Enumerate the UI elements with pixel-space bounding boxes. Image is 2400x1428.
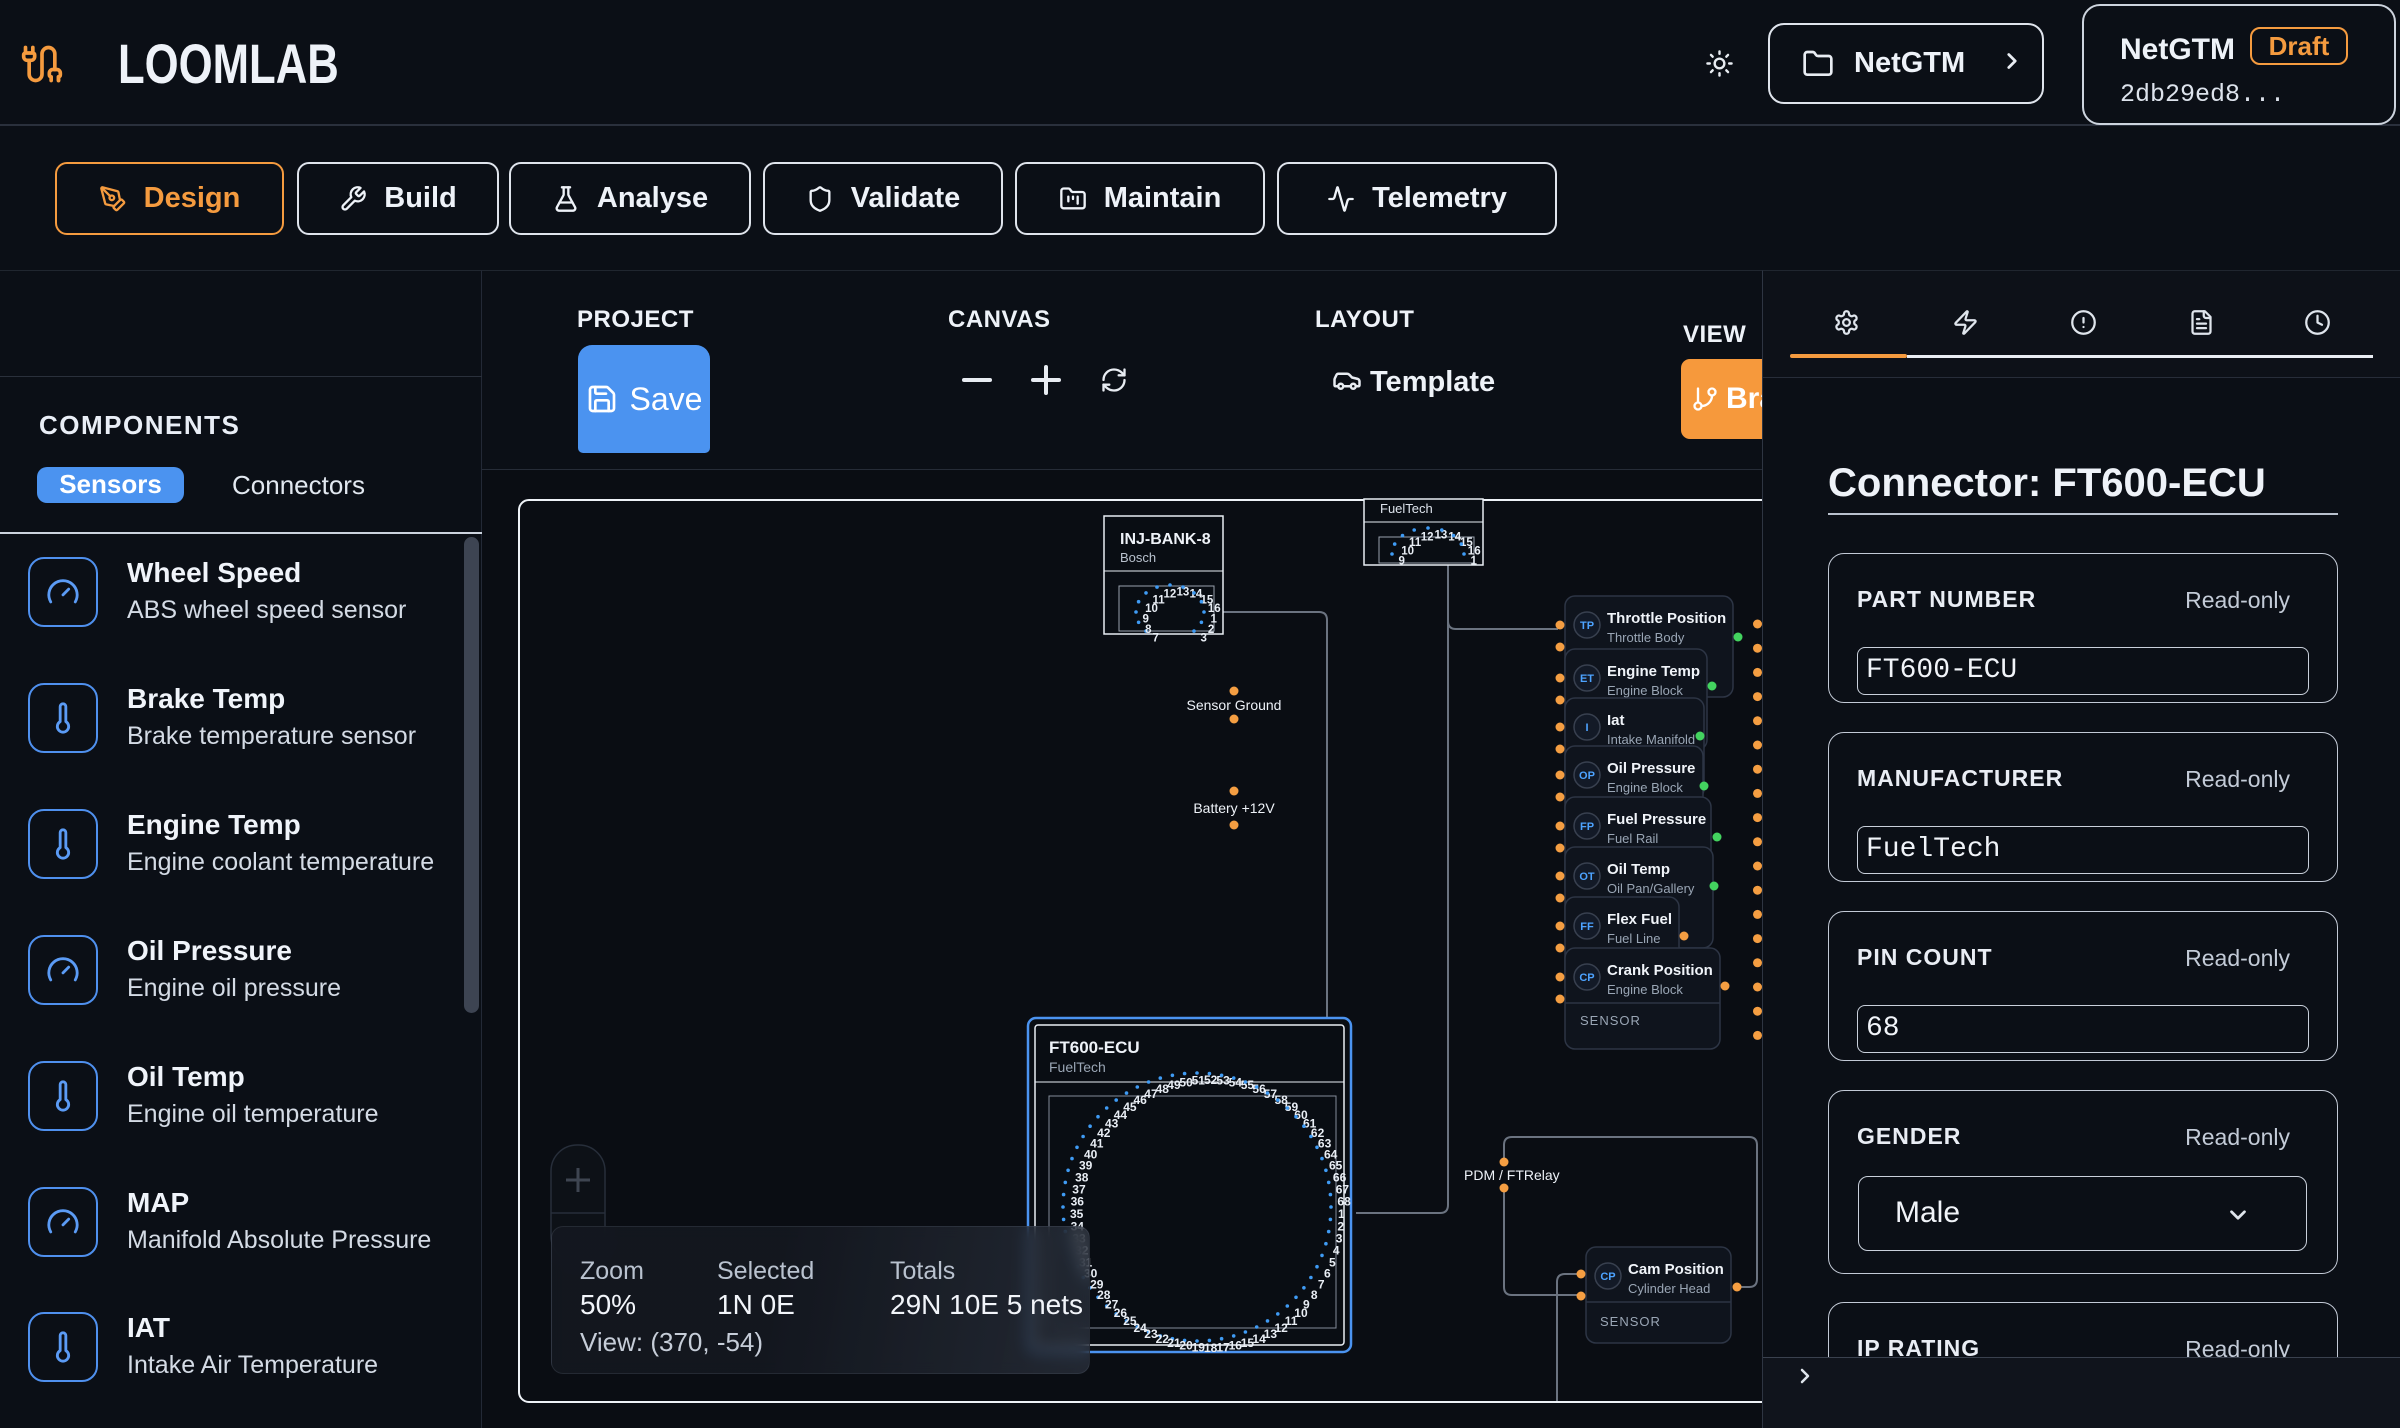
svg-text:ET: ET: [1580, 673, 1594, 685]
svg-text:68: 68: [1337, 1195, 1351, 1209]
svg-text:14: 14: [1252, 1332, 1266, 1346]
svg-text:16: 16: [1229, 1339, 1243, 1353]
svg-text:CP: CP: [1579, 972, 1594, 984]
svg-text:3: 3: [1201, 633, 1207, 645]
svg-text:8: 8: [1145, 624, 1152, 636]
svg-text:SENSOR: SENSOR: [1580, 1013, 1641, 1028]
svg-text:FuelTech: FuelTech: [1380, 501, 1433, 516]
svg-text:35: 35: [1070, 1207, 1084, 1221]
svg-text:Sensor Ground: Sensor Ground: [1187, 697, 1282, 713]
svg-text:FP: FP: [1580, 821, 1594, 833]
svg-text:Cam Position: Cam Position: [1628, 1261, 1724, 1278]
svg-text:Engine Temp: Engine Temp: [1607, 663, 1700, 680]
svg-text:SENSOR: SENSOR: [1600, 1314, 1661, 1329]
svg-text:CP: CP: [1600, 1271, 1615, 1283]
svg-text:20: 20: [1179, 1339, 1193, 1353]
svg-text:Iat: Iat: [1607, 712, 1625, 729]
svg-text:19: 19: [1192, 1340, 1206, 1354]
svg-text:FuelTech: FuelTech: [1049, 1059, 1106, 1075]
svg-text:37: 37: [1072, 1182, 1086, 1196]
svg-text:Cylinder Head: Cylinder Head: [1628, 1281, 1710, 1296]
svg-text:17: 17: [1216, 1340, 1230, 1354]
svg-text:16: 16: [1468, 546, 1481, 558]
svg-text:15: 15: [1241, 1336, 1255, 1350]
svg-text:FT600-ECU: FT600-ECU: [1049, 1038, 1140, 1057]
svg-text:Oil Temp: Oil Temp: [1607, 861, 1670, 878]
svg-text:6: 6: [1324, 1267, 1331, 1281]
svg-text:16: 16: [1208, 603, 1221, 615]
svg-text:Oil Pan/Gallery: Oil Pan/Gallery: [1607, 881, 1695, 896]
svg-text:Intake Manifold: Intake Manifold: [1607, 732, 1695, 747]
svg-text:Engine Block: Engine Block: [1607, 982, 1683, 997]
svg-text:Fuel Rail: Fuel Rail: [1607, 831, 1658, 846]
svg-text:7: 7: [1318, 1278, 1325, 1292]
svg-text:OT: OT: [1579, 871, 1595, 883]
svg-text:Battery +12V: Battery +12V: [1193, 800, 1275, 816]
svg-text:12: 12: [1164, 589, 1177, 601]
svg-text:Oil Pressure: Oil Pressure: [1607, 760, 1695, 777]
svg-text:I: I: [1585, 722, 1588, 734]
svg-text:FF: FF: [1580, 921, 1594, 933]
svg-text:21: 21: [1167, 1336, 1181, 1350]
svg-text:18: 18: [1204, 1341, 1218, 1355]
svg-text:8: 8: [1311, 1288, 1318, 1302]
svg-text:Engine Block: Engine Block: [1607, 780, 1683, 795]
svg-text:Engine Block: Engine Block: [1607, 683, 1683, 698]
svg-text:36: 36: [1071, 1195, 1085, 1209]
svg-text:PDM / FTRelay: PDM / FTRelay: [1464, 1167, 1560, 1183]
svg-text:OP: OP: [1579, 770, 1595, 782]
svg-text:Throttle Position: Throttle Position: [1607, 610, 1726, 627]
svg-text:Fuel Pressure: Fuel Pressure: [1607, 811, 1706, 828]
svg-text:2: 2: [1208, 624, 1214, 636]
svg-text:TP: TP: [1580, 620, 1594, 632]
svg-text:Fuel Line: Fuel Line: [1607, 931, 1660, 946]
svg-text:Crank Position: Crank Position: [1607, 962, 1713, 979]
svg-text:Bosch: Bosch: [1120, 550, 1156, 565]
svg-text:Flex Fuel: Flex Fuel: [1607, 911, 1672, 928]
svg-text:12: 12: [1421, 532, 1434, 544]
svg-text:9: 9: [1143, 614, 1149, 626]
svg-text:Throttle Body: Throttle Body: [1607, 630, 1685, 645]
svg-text:7: 7: [1153, 633, 1159, 645]
svg-text:INJ-BANK-8: INJ-BANK-8: [1120, 531, 1211, 548]
